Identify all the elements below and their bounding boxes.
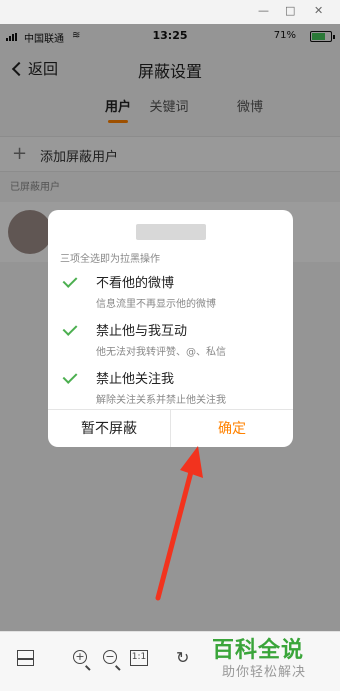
cancel-button[interactable]: 暂不屏蔽 (48, 410, 171, 447)
watermark-line2: 助你轻松解决 (222, 665, 307, 680)
blurred-username (136, 224, 206, 240)
option-title: 禁止他与我互动 (96, 324, 188, 339)
thumbnail-view-icon[interactable] (17, 650, 34, 666)
rotate-icon[interactable]: ↻ (176, 648, 189, 667)
option-title: 不看他的微博 (96, 276, 175, 291)
confirm-button[interactable]: 确定 (171, 410, 293, 447)
option-desc: 他无法对我转评赞、@、私信 (96, 347, 226, 358)
maximize-icon[interactable]: □ (285, 4, 295, 18)
zoom-out-icon[interactable]: − (103, 650, 117, 664)
dialog-buttons: 暂不屏蔽 确定 (48, 409, 293, 447)
viewer-title-bar: — □ ✕ (0, 0, 340, 24)
option-desc: 解除关注关系并禁止他关注我 (96, 395, 226, 406)
phone-screen: 中国联通 ≋ 13:25 71% 返回 屏蔽设置 用户 关键词 微博 + 添加屏… (0, 24, 340, 631)
dialog-hint: 三项全选即为拉黑操作 (60, 254, 160, 265)
block-dialog: 三项全选即为拉黑操作 不看他的微博 信息流里不再显示他的微博 禁止他与我互动 他… (48, 210, 293, 447)
checkmark-icon (62, 369, 78, 384)
checkmark-icon (62, 321, 78, 336)
watermark-line1: 百科全说 (212, 638, 305, 663)
close-icon[interactable]: ✕ (314, 4, 323, 18)
option-hide-weibo[interactable]: 不看他的微博 信息流里不再显示他的微博 (60, 272, 285, 316)
checkmark-icon (62, 273, 78, 288)
option-desc: 信息流里不再显示他的微博 (96, 299, 216, 310)
option-title: 禁止他关注我 (96, 372, 175, 387)
minimize-icon[interactable]: — (258, 4, 269, 18)
actual-size-button[interactable]: 1:1 (130, 650, 148, 666)
option-block-follow[interactable]: 禁止他关注我 解除关注关系并禁止他关注我 (60, 368, 285, 412)
watermark-logo: 百科全说 助你轻松解决 (200, 628, 340, 684)
option-block-interaction[interactable]: 禁止他与我互动 他无法对我转评赞、@、私信 (60, 320, 285, 364)
zoom-in-icon[interactable]: + (73, 650, 87, 664)
